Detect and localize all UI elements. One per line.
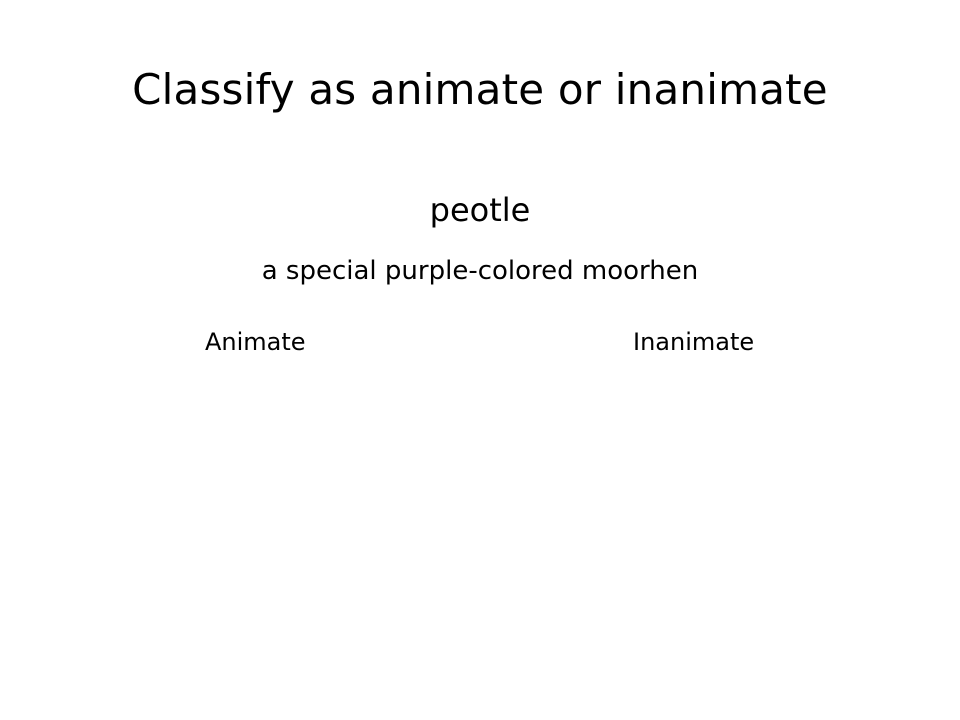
slide-title: Classify as animate or inanimate bbox=[132, 65, 828, 114]
option-animate[interactable]: Animate bbox=[205, 326, 306, 358]
target-word: peotle bbox=[429, 191, 531, 229]
option-inanimate[interactable]: Inanimate bbox=[633, 326, 754, 358]
slide: Classify as animate or inanimate peotle … bbox=[0, 0, 960, 720]
word-definition: a special purple-colored moorhen bbox=[261, 256, 699, 286]
